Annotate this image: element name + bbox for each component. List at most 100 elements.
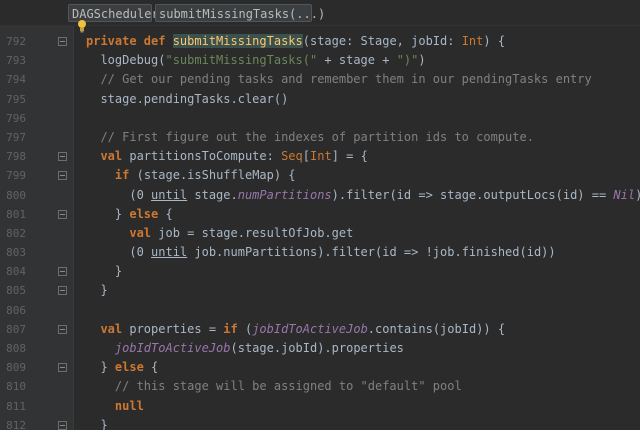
line-number: 804 bbox=[6, 265, 26, 279]
line-number: 793 bbox=[6, 54, 26, 68]
code-token: // this stage will be assigned to "defau… bbox=[86, 379, 462, 394]
code-line[interactable]: 793 logDebug("submitMissingTasks(" + sta… bbox=[0, 51, 640, 70]
code-token: numPartitions bbox=[237, 187, 332, 202]
code-text: (0 until stage.numPartitions).filter(id … bbox=[86, 186, 640, 205]
code-token: stage.pendingTasks.clear() bbox=[86, 91, 289, 106]
line-number: 800 bbox=[6, 188, 26, 202]
code-line[interactable]: 799 if (stage.isShuffleMap) { bbox=[0, 166, 640, 185]
code-token: Int bbox=[461, 34, 484, 48]
breadcrumb-item-method[interactable]: submitMissingTasks(...) bbox=[155, 4, 325, 22]
code-line[interactable]: 802 val job = stage.resultOfJob.get bbox=[0, 224, 640, 243]
code-line[interactable]: 809 } else { bbox=[0, 358, 640, 377]
code-token: else bbox=[129, 206, 166, 221]
code-line[interactable]: 811 null bbox=[0, 397, 640, 416]
code-text: jobIdToActiveJob(stage.jobId).properties bbox=[86, 339, 404, 358]
code-token: ")" bbox=[396, 53, 419, 68]
code-token: job.numPartitions).filter(id => !job.fin… bbox=[187, 245, 556, 260]
line-number: 792 bbox=[6, 35, 26, 48]
code-line[interactable]: 808 jobIdToActiveJob(stage.jobId).proper… bbox=[0, 339, 640, 358]
code-token: } bbox=[86, 206, 130, 221]
line-number: 810 bbox=[6, 380, 26, 394]
code-token: Int bbox=[310, 149, 332, 164]
breadcrumb: DAGScheduler submitMissingTasks(...) bbox=[0, 0, 640, 26]
code-token: [ bbox=[302, 149, 310, 164]
code-line[interactable]: 794 // Get our pending tasks and remembe… bbox=[0, 70, 640, 89]
code-line[interactable]: 797 // First figure out the indexes of p… bbox=[0, 128, 640, 147]
code-token: stage. bbox=[187, 187, 238, 202]
code-text: (0 until job.numPartitions).filter(id =>… bbox=[86, 243, 556, 262]
code-token: (0 bbox=[86, 245, 152, 260]
code-line[interactable]: 805 } bbox=[0, 281, 640, 300]
code-text: if (stage.isShuffleMap) { bbox=[86, 166, 296, 185]
code-line[interactable]: 792 private def submitMissingTasks(stage:… bbox=[0, 32, 640, 51]
code-token: ] = { bbox=[331, 149, 368, 164]
code-token: ).filter(id => stage.outputLocs(id) == bbox=[331, 187, 614, 202]
line-number: 795 bbox=[6, 92, 26, 106]
fold-marker-icon[interactable] bbox=[58, 324, 67, 334]
code-token: // First figure out the indexes of parti… bbox=[86, 129, 534, 144]
line-number: 798 bbox=[6, 150, 26, 164]
code-line[interactable]: 804 } bbox=[0, 262, 640, 281]
code-token: (stage.isShuffleMap) { bbox=[136, 168, 296, 183]
fold-marker-icon[interactable] bbox=[58, 286, 67, 296]
code-line[interactable]: 796 bbox=[0, 109, 640, 128]
code-text: } else { bbox=[86, 205, 173, 224]
code-token: jobIdToActiveJob bbox=[252, 321, 368, 336]
code-text: null bbox=[86, 397, 144, 416]
code-token: } bbox=[86, 360, 115, 375]
code-line[interactable]: 812 } bbox=[0, 416, 640, 430]
code-text: } bbox=[86, 281, 107, 300]
code-line[interactable]: 807 val properties = if (jobIdToActiveJo… bbox=[0, 320, 640, 339]
lightbulb-icon[interactable] bbox=[76, 19, 88, 33]
line-number: 801 bbox=[6, 207, 26, 221]
line-number: 805 bbox=[6, 284, 26, 298]
fold-marker-icon[interactable] bbox=[58, 171, 67, 181]
code-token: } bbox=[86, 264, 123, 279]
code-editor[interactable]: DAGScheduler submitMissingTasks(...) 792… bbox=[0, 0, 640, 430]
code-line[interactable]: 801 } else { bbox=[0, 205, 640, 224]
code-token: partitionsToCompute: bbox=[129, 149, 282, 164]
code-text: // this stage will be assigned to "defau… bbox=[86, 377, 462, 396]
code-token: job = stage.resultOfJob.get bbox=[158, 225, 354, 240]
code-line[interactable]: 795 stage.pendingTasks.clear() bbox=[0, 90, 640, 109]
code-token: jobIdToActiveJob bbox=[114, 341, 231, 355]
code-text: } bbox=[86, 262, 122, 281]
line-number: 803 bbox=[6, 246, 26, 260]
code-token: Nil bbox=[613, 187, 636, 202]
code-text: logDebug("submitMissingTasks(" + stage +… bbox=[86, 51, 425, 70]
code-text: val properties = if (jobIdToActiveJob.co… bbox=[86, 320, 505, 339]
code-token: properties = bbox=[129, 321, 224, 336]
code-text: } bbox=[86, 416, 107, 430]
fold-marker-icon[interactable] bbox=[58, 363, 67, 373]
code-token: (stage.jobId).properties bbox=[230, 341, 404, 355]
line-number: 799 bbox=[6, 169, 26, 183]
fold-marker-icon[interactable] bbox=[58, 37, 67, 46]
code-token: // Get our pending tasks and remember th… bbox=[86, 72, 592, 87]
code-token: submitMissingTasks bbox=[172, 34, 303, 48]
code-token: (0 bbox=[86, 187, 152, 202]
code-token: val bbox=[100, 321, 130, 336]
fold-marker-icon[interactable] bbox=[58, 267, 67, 277]
code-token: .contains(jobId)) { bbox=[367, 321, 506, 336]
code-line[interactable]: 800 (0 until stage.numPartitions).filter… bbox=[0, 186, 640, 205]
code-line[interactable]: 803 (0 until job.numPartitions).filter(i… bbox=[0, 243, 640, 262]
line-number: 812 bbox=[6, 418, 26, 430]
fold-marker-icon[interactable] bbox=[58, 209, 67, 219]
code-text: // First figure out the indexes of parti… bbox=[86, 128, 534, 147]
code-lines[interactable]: 792 private def submitMissingTasks(stage:… bbox=[0, 32, 640, 430]
code-text: val job = stage.resultOfJob.get bbox=[86, 224, 353, 243]
code-line[interactable]: 806 bbox=[0, 301, 640, 320]
fold-marker-icon[interactable] bbox=[58, 152, 67, 162]
code-line[interactable]: 810 // this stage will be assigned to "d… bbox=[0, 377, 640, 396]
code-text: } else { bbox=[86, 358, 158, 377]
code-token: null bbox=[114, 398, 144, 413]
fold-marker-icon[interactable] bbox=[58, 420, 67, 430]
line-number: 802 bbox=[6, 226, 26, 240]
code-token: + stage + bbox=[317, 53, 397, 68]
code-line[interactable]: 798 val partitionsToCompute: Seq[Int] = … bbox=[0, 147, 640, 166]
code-token: (stage: Stage, jobId: bbox=[302, 34, 462, 48]
line-number: 807 bbox=[6, 322, 26, 336]
